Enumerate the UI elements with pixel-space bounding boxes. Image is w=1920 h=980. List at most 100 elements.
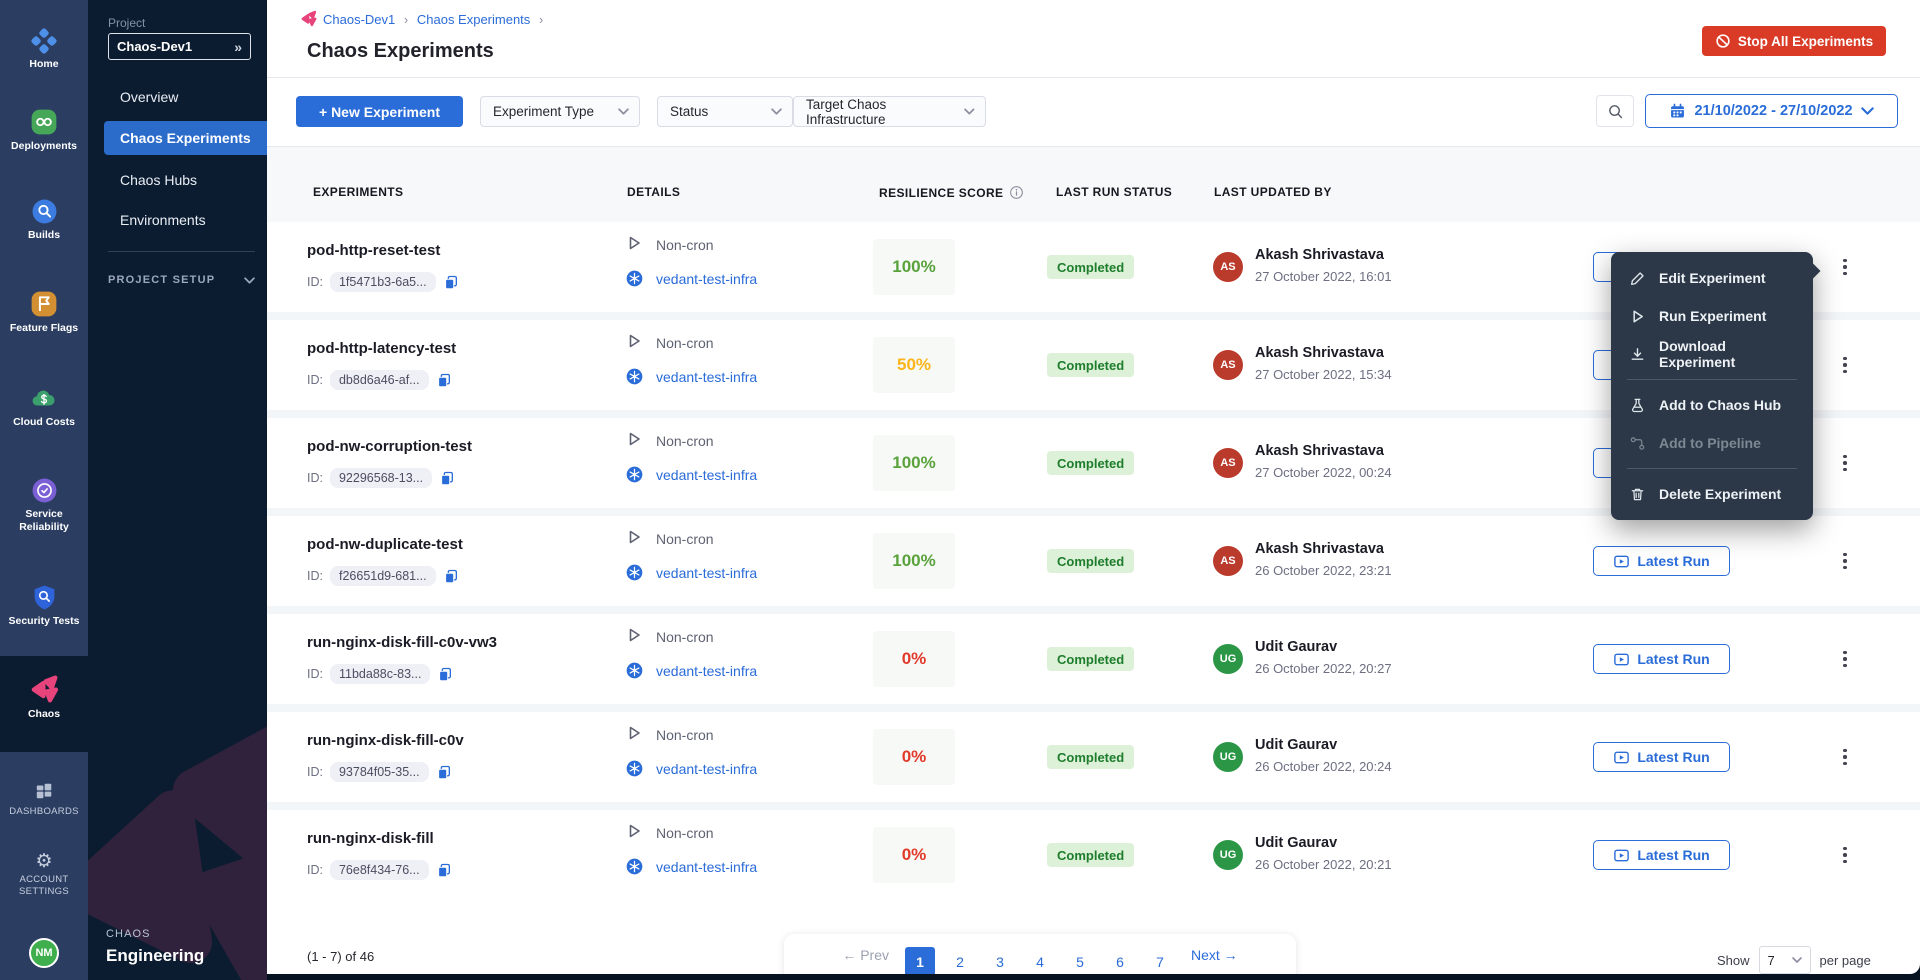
row-menu-kebab-icon[interactable] (1835, 841, 1855, 869)
page-number[interactable]: 3 (985, 947, 1015, 974)
page-size-control: Show 7 per page (1717, 946, 1871, 974)
rail-item-cloud-costs[interactable]: Cloud Costs (0, 384, 88, 429)
id-label: ID: (307, 667, 323, 681)
table-row[interactable]: run-nginx-disk-fill ID: 76e8f434-76... N… (267, 810, 1920, 900)
experiment-name[interactable]: pod-http-latency-test (307, 340, 456, 357)
copy-icon[interactable] (439, 470, 455, 486)
menu-item-delete-experiment[interactable]: Delete Experiment (1611, 475, 1813, 513)
resilience-score: 0% (873, 631, 955, 687)
infra-link[interactable]: vedant-test-infra (656, 859, 757, 875)
copy-icon[interactable] (436, 862, 452, 878)
copy-icon[interactable] (443, 568, 459, 584)
table-row[interactable]: run-nginx-disk-fill-c0v ID: 93784f05-35.… (267, 712, 1920, 802)
sidebar-item-environments[interactable]: Environments (88, 203, 267, 237)
latest-run-button[interactable]: Latest Run (1593, 840, 1730, 870)
project-setup-toggle[interactable]: PROJECT SETUP (108, 274, 255, 286)
search-button[interactable] (1596, 95, 1634, 127)
page-size-select[interactable]: 7 (1759, 946, 1811, 974)
table-row[interactable]: run-nginx-disk-fill-c0v-vw3 ID: 11bda88c… (267, 614, 1920, 704)
project-selector[interactable]: Chaos-Dev1 » (108, 33, 251, 60)
copy-icon[interactable] (443, 274, 459, 290)
kubernetes-icon (626, 564, 643, 581)
experiment-name[interactable]: run-nginx-disk-fill-c0v-vw3 (307, 634, 497, 651)
experiment-name[interactable]: pod-nw-duplicate-test (307, 536, 463, 553)
table-row[interactable]: pod-nw-duplicate-test ID: f26651d9-681..… (267, 516, 1920, 606)
updated-date: 26 October 2022, 20:27 (1255, 661, 1392, 676)
page-number[interactable]: 4 (1025, 947, 1055, 974)
filter-label: Target Chaos Infrastructure (806, 97, 964, 127)
expand-chevrons-icon[interactable]: » (234, 39, 242, 55)
rail-item-account-settings[interactable]: ⚙ ACCOUNT SETTINGS (0, 852, 88, 898)
row-menu-kebab-icon[interactable] (1835, 449, 1855, 477)
page-size-value: 7 (1768, 953, 1775, 968)
infra-link[interactable]: vedant-test-infra (656, 565, 757, 581)
sidebar-item-overview[interactable]: Overview (88, 80, 267, 114)
page-number-active[interactable]: 1 (905, 947, 935, 974)
row-menu-kebab-icon[interactable] (1835, 645, 1855, 673)
latest-run-label: Latest Run (1637, 553, 1709, 569)
page-number[interactable]: 6 (1105, 947, 1135, 974)
user-avatar-wrap[interactable]: NM (0, 938, 88, 968)
row-menu-kebab-icon[interactable] (1835, 547, 1855, 575)
latest-run-button[interactable]: Latest Run (1593, 644, 1730, 674)
prev-page-button[interactable]: ← Prev (842, 947, 889, 963)
sidebar-item-label: Overview (120, 89, 178, 105)
rail-item-dashboards[interactable]: DASHBOARDS (0, 780, 88, 818)
experiment-name[interactable]: run-nginx-disk-fill-c0v (307, 732, 464, 749)
info-icon[interactable] (1009, 185, 1024, 200)
filter-status[interactable]: Status (657, 96, 793, 127)
infra-link[interactable]: vedant-test-infra (656, 467, 757, 483)
rail-item-service-reliability[interactable]: Service Reliability (0, 477, 88, 534)
page-number[interactable]: 2 (945, 947, 975, 974)
updated-by-name: Udit Gaurav (1255, 737, 1337, 753)
menu-item-download-experiment[interactable]: Download Experiment (1611, 335, 1813, 373)
latest-run-button[interactable]: Latest Run (1593, 546, 1730, 576)
row-menu-kebab-icon[interactable] (1835, 253, 1855, 281)
column-details: DETAILS (627, 185, 680, 199)
rail-item-builds[interactable]: Builds (0, 198, 88, 242)
project-setup-label: PROJECT SETUP (108, 274, 215, 286)
new-experiment-button[interactable]: + New Experiment (296, 96, 463, 127)
infra-link[interactable]: vedant-test-infra (656, 761, 757, 777)
run-view-icon (1613, 847, 1630, 864)
menu-item-run-experiment[interactable]: Run Experiment (1611, 297, 1813, 335)
filter-target-infrastructure[interactable]: Target Chaos Infrastructure (793, 96, 986, 127)
schedule-type: Non-cron (656, 237, 714, 253)
rail-item-label: Builds (0, 229, 88, 242)
latest-run-button[interactable]: Latest Run (1593, 742, 1730, 772)
status-badge: Completed (1047, 745, 1134, 769)
next-page-button[interactable]: Next → (1191, 947, 1238, 963)
page-number[interactable]: 7 (1145, 947, 1175, 974)
stop-all-experiments-button[interactable]: Stop All Experiments (1702, 26, 1886, 56)
infra-link[interactable]: vedant-test-infra (656, 663, 757, 679)
deployments-icon (30, 108, 58, 136)
experiment-id-line: ID: db8d6a46-af... (307, 370, 452, 390)
breadcrumb-separator: › (404, 12, 408, 27)
date-range-picker[interactable]: 21/10/2022 - 27/10/2022 (1645, 94, 1898, 128)
copy-icon[interactable] (437, 666, 453, 682)
experiment-name[interactable]: pod-nw-corruption-test (307, 438, 472, 455)
column-experiments: EXPERIMENTS (313, 185, 403, 199)
rail-item-feature-flags[interactable]: Feature Flags (0, 290, 88, 335)
menu-item-add-to-chaos-hub[interactable]: Add to Chaos Hub (1611, 386, 1813, 424)
experiment-name[interactable]: run-nginx-disk-fill (307, 830, 434, 847)
rail-item-home[interactable]: Home (0, 28, 88, 71)
copy-icon[interactable] (436, 372, 452, 388)
breadcrumb-experiments-link[interactable]: Chaos Experiments (417, 12, 530, 27)
sidebar-item-chaos-hubs[interactable]: Chaos Hubs (88, 163, 267, 197)
infra-link[interactable]: vedant-test-infra (656, 369, 757, 385)
sidebar-item-chaos-experiments[interactable]: Chaos Experiments (104, 121, 267, 155)
breadcrumb-project-link[interactable]: Chaos-Dev1 (323, 12, 395, 27)
avatar[interactable]: NM (29, 938, 59, 968)
experiment-name[interactable]: pod-http-reset-test (307, 242, 440, 259)
rail-item-deployments[interactable]: Deployments (0, 108, 88, 153)
rail-item-chaos[interactable]: Chaos (0, 674, 88, 721)
rail-item-security-tests[interactable]: Security Tests (0, 584, 88, 628)
row-menu-kebab-icon[interactable] (1835, 351, 1855, 379)
menu-item-edit-experiment[interactable]: Edit Experiment (1611, 259, 1813, 297)
copy-icon[interactable] (436, 764, 452, 780)
filter-experiment-type[interactable]: Experiment Type (480, 96, 640, 127)
row-menu-kebab-icon[interactable] (1835, 743, 1855, 771)
page-number[interactable]: 5 (1065, 947, 1095, 974)
infra-link[interactable]: vedant-test-infra (656, 271, 757, 287)
